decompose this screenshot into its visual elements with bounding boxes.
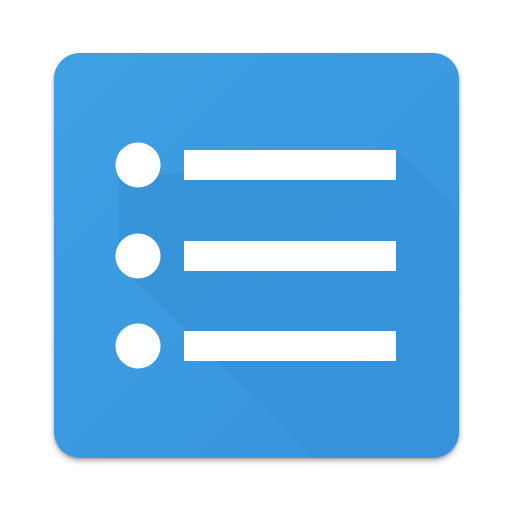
bulleted-list-icon: [54, 53, 459, 458]
list-line-2: [184, 241, 396, 271]
bullet-dot-3: [115, 323, 161, 369]
list-line-1: [184, 150, 396, 180]
list-line-3: [184, 331, 396, 361]
app-icon-tile[interactable]: [54, 53, 459, 458]
icon-canvas: [0, 0, 512, 512]
bullet-dot-1: [115, 142, 161, 188]
bullet-dot-2: [115, 233, 161, 279]
